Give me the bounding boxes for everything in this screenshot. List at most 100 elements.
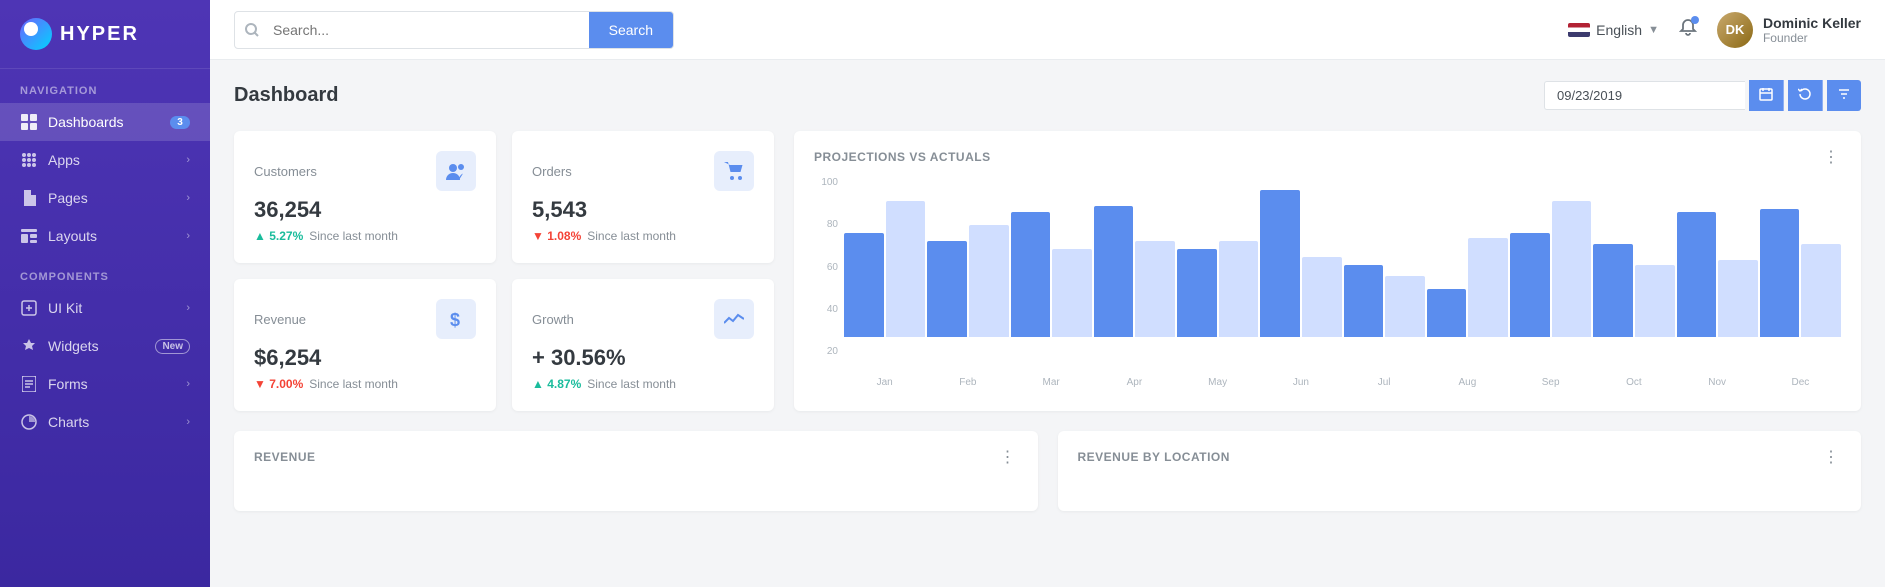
chart-x-label: Jun (1260, 377, 1341, 388)
chart-x-label: Feb (927, 377, 1008, 388)
sidebar-dashboards-label: Dashboards (48, 114, 160, 130)
bar-group (927, 225, 1008, 337)
sidebar-item-forms[interactable]: Forms › (0, 365, 210, 403)
user-role: Founder (1763, 31, 1861, 45)
growth-footer: ▲ 4.87% Since last month (532, 377, 754, 391)
sidebar: HYPER NAVIGATION Dashboards 3 Apps › Pag… (0, 0, 210, 587)
search-button[interactable]: Search (589, 12, 673, 48)
date-filter (1544, 80, 1861, 111)
calendar-button[interactable] (1749, 80, 1784, 111)
date-input[interactable] (1544, 81, 1745, 110)
revenue-value: $6,254 (254, 345, 476, 371)
layouts-icon (20, 227, 38, 245)
layouts-chevron: › (186, 230, 190, 242)
chart-x-label: Jan (844, 377, 925, 388)
sidebar-uikit-label: UI Kit (48, 300, 176, 316)
header: Search English ▼ DK Dominic Keller Found… (210, 0, 1885, 60)
orders-label: Orders (532, 164, 572, 179)
page-title: Dashboard (234, 84, 338, 107)
sidebar-layouts-label: Layouts (48, 228, 176, 244)
main-area: Search English ▼ DK Dominic Keller Found… (210, 0, 1885, 587)
revenue-change-label: Since last month (309, 377, 398, 391)
search-input[interactable] (269, 14, 589, 46)
avatar: DK (1717, 12, 1753, 48)
sidebar-item-dashboards[interactable]: Dashboards 3 (0, 103, 210, 141)
sidebar-item-layouts[interactable]: Layouts › (0, 217, 210, 255)
sidebar-apps-label: Apps (48, 152, 176, 168)
customers-change-label: Since last month (309, 229, 398, 243)
orders-value: 5,543 (532, 197, 754, 223)
revenue-footer: ▼ 7.00% Since last month (254, 377, 476, 391)
revenue-card-menu[interactable]: ⋮ (1000, 447, 1018, 467)
sidebar-item-charts[interactable]: Charts › (0, 403, 210, 441)
bar-blue (927, 241, 967, 337)
bar-group (1011, 212, 1092, 337)
bar-blue (1760, 209, 1800, 337)
sidebar-item-uikit[interactable]: UI Kit › (0, 289, 210, 327)
uikit-chevron: › (186, 302, 190, 314)
growth-change: ▲ 4.87% (532, 377, 581, 391)
bar-light (1135, 241, 1175, 337)
refresh-button[interactable] (1788, 80, 1823, 111)
bar-group (1344, 265, 1425, 337)
revenue-card-title: REVENUE (254, 450, 316, 464)
bar-light (1718, 260, 1758, 337)
search-icon (235, 15, 269, 45)
revenue-label: Revenue (254, 312, 306, 327)
filter-button[interactable] (1827, 80, 1861, 111)
bar-chart-container: 100 80 60 40 20 (814, 177, 1841, 377)
bar-light (1052, 249, 1092, 337)
bar-group (1593, 244, 1674, 337)
revenue-location-title: REVENUE BY LOCATION (1078, 450, 1230, 464)
bar-light (1552, 201, 1592, 337)
sidebar-item-pages[interactable]: Pages › (0, 179, 210, 217)
chart-x-labels: JanFebMarAprMayJunJulAugSepOctNovDec (814, 377, 1841, 388)
content-area: Dashboard Customers (210, 60, 1885, 587)
user-text: Dominic Keller Founder (1763, 15, 1861, 45)
widgets-new-badge: New (155, 339, 190, 354)
chart-x-label: Sep (1510, 377, 1591, 388)
lang-chevron-icon: ▼ (1648, 24, 1659, 36)
logo-icon (20, 18, 52, 50)
stat-card-orders: Orders 5,543 ▼ 1.08% Since last month (512, 131, 774, 263)
sidebar-charts-label: Charts (48, 414, 176, 430)
stat-card-growth-header: Growth (532, 299, 754, 339)
projections-chart-menu[interactable]: ⋮ (1823, 147, 1841, 167)
bar-light (886, 201, 926, 337)
logo[interactable]: HYPER (0, 0, 210, 69)
language-selector[interactable]: English ▼ (1568, 22, 1659, 38)
bar-blue (1677, 212, 1717, 337)
flag-icon (1568, 23, 1590, 37)
growth-label: Growth (532, 312, 574, 327)
bar-light (1801, 244, 1841, 337)
dashboards-badge: 3 (170, 116, 190, 129)
stat-card-growth: Growth + 30.56% ▲ 4.87% Since last month (512, 279, 774, 411)
chart-x-label: Nov (1677, 377, 1758, 388)
charts-chevron: › (186, 416, 190, 428)
sidebar-item-widgets[interactable]: Widgets New (0, 327, 210, 365)
forms-icon (20, 375, 38, 393)
customers-label: Customers (254, 164, 317, 179)
bar-group (1677, 212, 1758, 337)
stat-card-revenue: Revenue $ $6,254 ▼ 7.00% Since last mont… (234, 279, 496, 411)
bar-group (1427, 238, 1508, 337)
sidebar-widgets-label: Widgets (48, 338, 145, 354)
notification-dot (1691, 16, 1699, 24)
pages-icon (20, 189, 38, 207)
bar-blue (1593, 244, 1633, 337)
sidebar-item-apps[interactable]: Apps › (0, 141, 210, 179)
svg-text:$: $ (450, 310, 460, 330)
notifications-button[interactable] (1679, 18, 1697, 41)
uikit-icon (20, 299, 38, 317)
bar-blue (1094, 206, 1134, 337)
stat-card-orders-header: Orders (532, 151, 754, 191)
revenue-location-menu[interactable]: ⋮ (1823, 447, 1841, 467)
user-profile[interactable]: DK Dominic Keller Founder (1717, 12, 1861, 48)
bar-group (1260, 190, 1341, 337)
pages-chevron: › (186, 192, 190, 204)
forms-chevron: › (186, 378, 190, 390)
bar-light (969, 225, 1009, 337)
language-label: English (1596, 22, 1642, 38)
orders-change-label: Since last month (587, 229, 676, 243)
chart-x-label: Oct (1593, 377, 1674, 388)
